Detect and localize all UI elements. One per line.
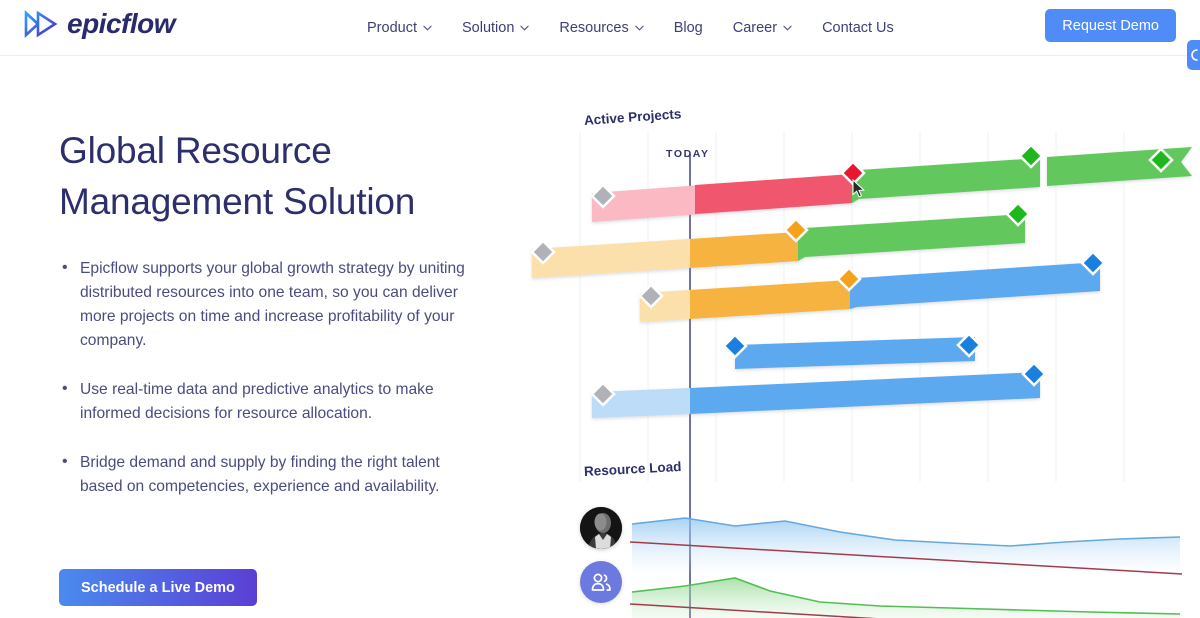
- schedule-live-demo-button[interactable]: Schedule a Live Demo: [59, 569, 257, 606]
- page-root: epicflow Product Solution Resources Blog…: [0, 0, 1200, 618]
- chevron-down-icon: [423, 25, 432, 31]
- people-group-icon: [591, 573, 611, 591]
- resource-load-green-chart: [629, 577, 1181, 618]
- nav-item-career[interactable]: Career: [718, 20, 807, 36]
- main-nav: Product Solution Resources Blog Career C…: [352, 0, 909, 56]
- today-label: TODAY: [666, 148, 710, 160]
- gantt-row-2: [532, 214, 1025, 278]
- nav-item-resources[interactable]: Resources: [544, 20, 658, 36]
- nav-label: Product: [367, 20, 417, 36]
- nav-label: Career: [732, 20, 778, 36]
- list-item: Bridge demand and supply by finding the …: [59, 450, 479, 499]
- person-photo-avatar-icon: [580, 507, 622, 549]
- gantt-row-3: [640, 262, 1100, 322]
- chevron-down-icon: [635, 25, 644, 31]
- nav-label: Contact Us: [822, 20, 894, 36]
- nav-item-solution[interactable]: Solution: [447, 20, 544, 36]
- product-illustration: Active Projects TODAY Resource Load: [520, 62, 1200, 618]
- mouse-pointer-icon: [852, 179, 865, 198]
- site-header: epicflow Product Solution Resources Blog…: [0, 0, 1200, 56]
- list-item: Use real-time data and predictive analyt…: [59, 377, 479, 426]
- nav-label: Solution: [461, 20, 515, 36]
- hero-copy: Global Resource Management Solution Epic…: [59, 125, 479, 524]
- nav-item-product[interactable]: Product: [352, 20, 447, 36]
- chevron-down-icon: [520, 25, 530, 31]
- gantt-row-4: [735, 337, 975, 369]
- hero-bullet-list: Epicflow supports your global growth str…: [59, 256, 479, 499]
- list-item: Epicflow supports your global growth str…: [59, 256, 479, 353]
- logo-text: epicflow: [67, 8, 176, 39]
- epicflow-arrow-logo-icon: [24, 10, 58, 38]
- nav-label: Resources: [559, 20, 629, 36]
- gantt-and-load-chart: [530, 132, 1192, 618]
- gantt-row-5: [592, 372, 1040, 418]
- chat-bubble-icon: [1191, 49, 1198, 61]
- nav-label: Blog: [673, 20, 703, 36]
- resource-load-blue-chart: [629, 517, 1183, 575]
- nav-item-contact-us[interactable]: Contact Us: [807, 20, 909, 36]
- logo[interactable]: epicflow: [24, 8, 176, 39]
- avatar-photo: [580, 507, 622, 549]
- avatar-group: [580, 561, 622, 603]
- chevron-down-icon: [783, 25, 792, 31]
- nav-item-blog[interactable]: Blog: [659, 20, 718, 36]
- request-demo-button[interactable]: Request Demo: [1045, 9, 1176, 42]
- page-title: Global Resource Management Solution: [59, 130, 416, 222]
